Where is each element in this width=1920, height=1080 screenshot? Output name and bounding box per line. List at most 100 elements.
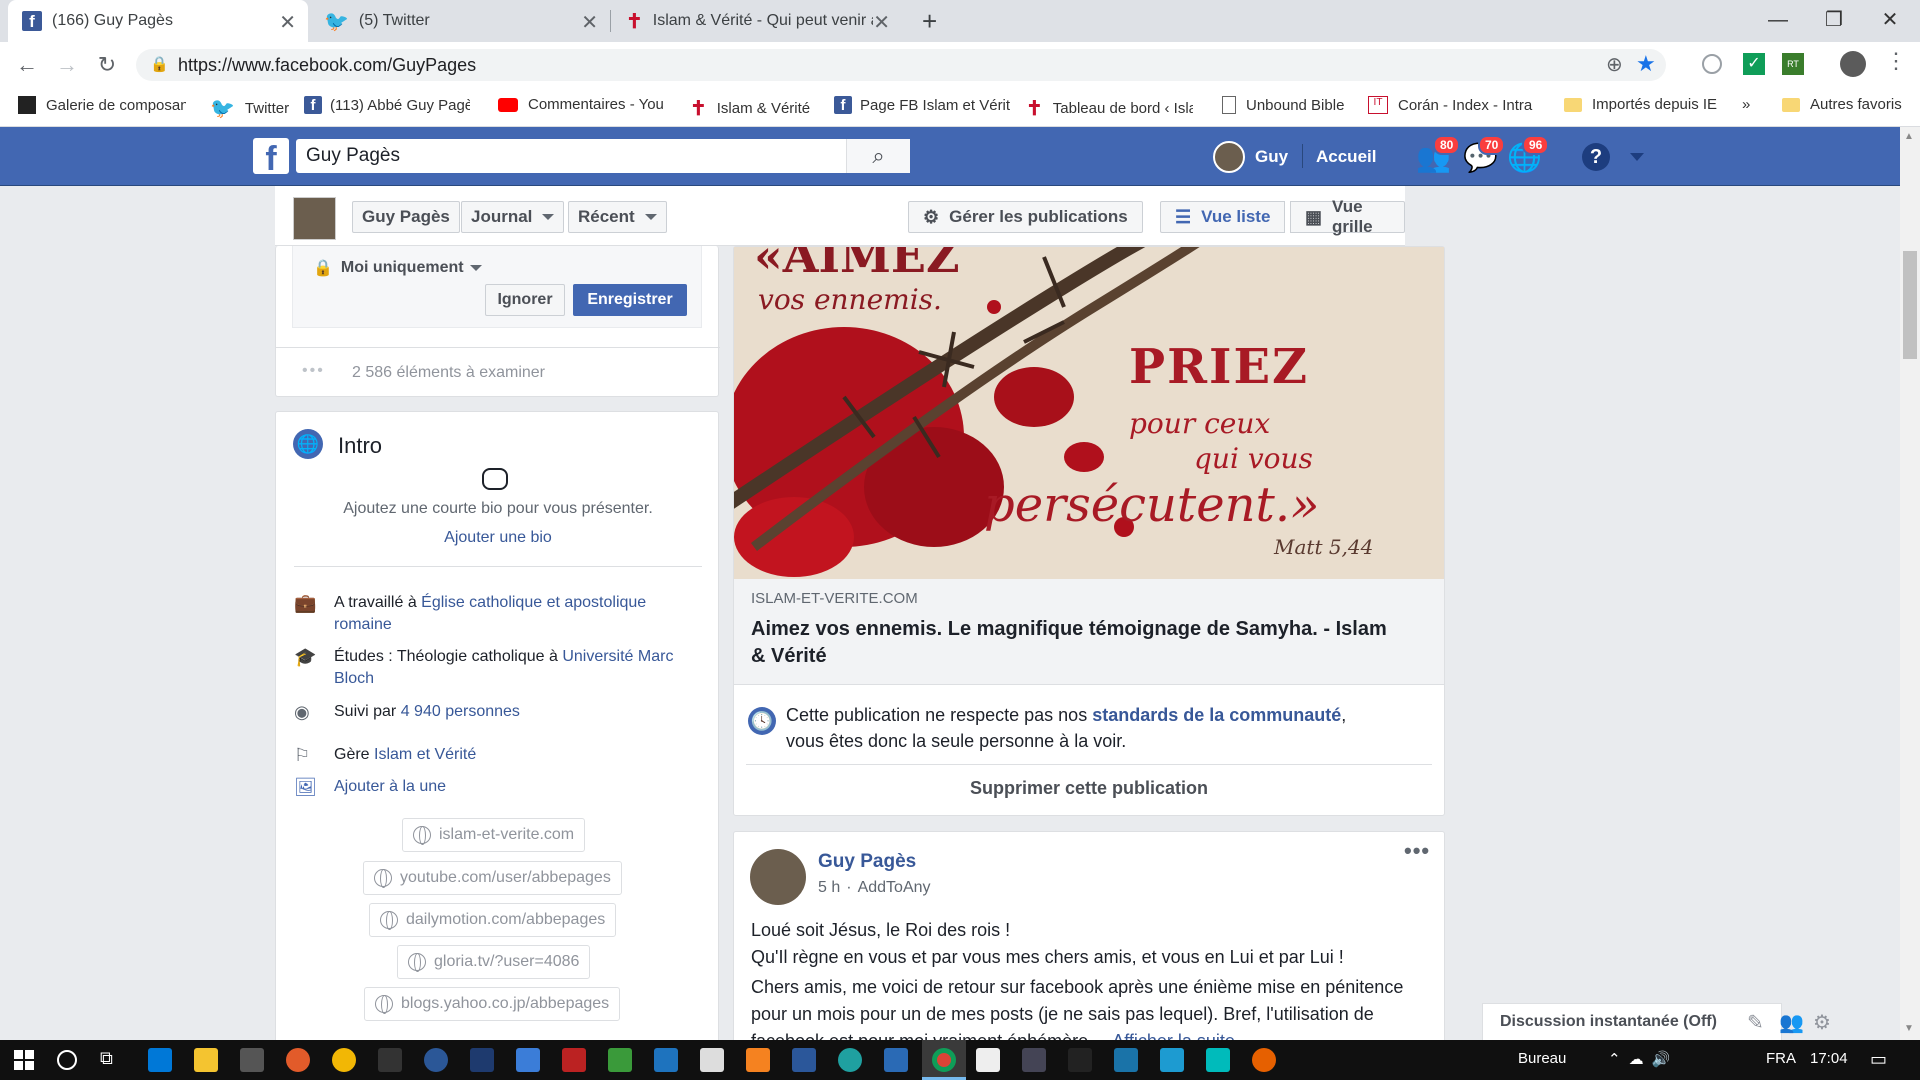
close-icon[interactable]: ✕ bbox=[581, 10, 598, 35]
author-avatar[interactable] bbox=[750, 849, 806, 905]
bookmark-item[interactable]: IT Corán - Index - Intra bbox=[1368, 96, 1548, 114]
task-view-icon[interactable]: ⧉ bbox=[100, 1048, 113, 1069]
review-count[interactable]: 2 586 éléments à examiner bbox=[352, 364, 545, 382]
star-icon[interactable]: ★ bbox=[1636, 51, 1656, 77]
mail-icon[interactable] bbox=[700, 1048, 724, 1072]
word-icon[interactable] bbox=[792, 1048, 816, 1072]
restore-icon[interactable]: ❐ bbox=[1806, 0, 1862, 42]
app-icon[interactable] bbox=[1068, 1048, 1092, 1072]
scroll-down-icon[interactable]: ▼ bbox=[1904, 1023, 1914, 1034]
system-tray-icons[interactable]: ⌃☁🔊 bbox=[1608, 1050, 1678, 1068]
chrome-active-slot[interactable] bbox=[922, 1040, 966, 1080]
page-link[interactable]: Islam et Vérité bbox=[374, 746, 476, 763]
extension-icon[interactable] bbox=[1702, 54, 1722, 74]
tab-facebook[interactable]: f (166) Guy Pagès ✕ bbox=[8, 0, 308, 42]
desktop-toolbar-label[interactable]: Bureau bbox=[1518, 1050, 1566, 1067]
website-link[interactable]: dailymotion.com/abbepages bbox=[369, 903, 617, 937]
ignore-button[interactable]: Ignorer bbox=[485, 284, 565, 316]
search-box[interactable]: ⌕ bbox=[296, 139, 910, 173]
save-button[interactable]: Enregistrer bbox=[573, 284, 687, 316]
scroll-thumb[interactable] bbox=[1903, 251, 1917, 359]
url-text[interactable]: https://www.facebook.com/GuyPages bbox=[178, 55, 476, 76]
search-icon[interactable]: ⌕ bbox=[846, 139, 910, 173]
close-icon[interactable]: ✕ bbox=[873, 10, 890, 35]
app-icon[interactable] bbox=[976, 1048, 1000, 1072]
bookmark-folder[interactable]: Autres favoris bbox=[1782, 96, 1902, 113]
app-icon[interactable] bbox=[884, 1048, 908, 1072]
vlc-icon[interactable] bbox=[746, 1048, 770, 1072]
firefox-icon[interactable] bbox=[1252, 1048, 1276, 1072]
app-icon[interactable] bbox=[838, 1048, 862, 1072]
audience-selector[interactable]: 🔒 Moi uniquement bbox=[313, 258, 482, 278]
recent-dropdown[interactable]: Récent bbox=[568, 201, 667, 233]
help-icon[interactable] bbox=[424, 1048, 448, 1072]
edge-icon[interactable] bbox=[148, 1048, 172, 1072]
bookmark-item[interactable]: 🐦 Twitter bbox=[210, 96, 289, 121]
gear-icon[interactable]: ⚙ bbox=[1813, 1010, 1831, 1035]
help-icon[interactable]: ? bbox=[1582, 143, 1610, 171]
bookmarks-overflow[interactable]: » bbox=[1742, 96, 1750, 113]
app-icon[interactable] bbox=[470, 1048, 494, 1072]
tab-twitter[interactable]: 🐦 (5) Twitter ✕ bbox=[310, 0, 610, 42]
check-extension-icon[interactable]: ✓ bbox=[1743, 53, 1765, 75]
facebook-logo-icon[interactable]: f bbox=[253, 138, 289, 178]
clock[interactable]: 17:04 bbox=[1810, 1050, 1848, 1067]
app-icon[interactable] bbox=[1160, 1048, 1184, 1072]
app-icon[interactable] bbox=[1206, 1048, 1230, 1072]
language-indicator[interactable]: FRA bbox=[1766, 1050, 1796, 1067]
rt-extension-icon[interactable]: RT bbox=[1782, 53, 1804, 75]
journal-dropdown[interactable]: Journal bbox=[461, 201, 565, 233]
bookmark-item[interactable]: ✝ Tableau de bord ‹ Isla bbox=[1026, 96, 1193, 121]
home-link[interactable]: Accueil bbox=[1316, 147, 1376, 167]
more-options-icon[interactable]: ••• bbox=[1404, 838, 1430, 864]
app-icon[interactable] bbox=[286, 1048, 310, 1072]
website-link[interactable]: islam-et-verite.com bbox=[402, 818, 586, 852]
file-explorer-icon[interactable] bbox=[194, 1048, 218, 1072]
zoom-icon[interactable]: ⊕ bbox=[1606, 52, 1623, 77]
profile-thumbnail[interactable] bbox=[293, 197, 336, 240]
user-avatar[interactable] bbox=[1213, 141, 1245, 173]
website-link[interactable]: youtube.com/user/abbepages bbox=[363, 861, 622, 895]
menu-icon[interactable]: ⋮ bbox=[1885, 48, 1907, 74]
link-preview-caption[interactable]: ISLAM-ET-VERITE.COM Aimez vos ennemis. L… bbox=[734, 579, 1444, 685]
grid-view-button[interactable]: ▦ Vue grille bbox=[1290, 197, 1405, 236]
back-icon[interactable]: ← bbox=[12, 50, 42, 80]
app-icon[interactable] bbox=[1022, 1048, 1046, 1072]
app-icon[interactable] bbox=[332, 1048, 356, 1072]
website-link[interactable]: blogs.yahoo.co.jp/abbepages bbox=[364, 987, 621, 1021]
minimize-icon[interactable]: — bbox=[1750, 0, 1806, 42]
page-scrollbar[interactable]: ▲ ▼ bbox=[1900, 127, 1920, 1040]
bookmark-item[interactable]: Unbound Bible bbox=[1222, 96, 1344, 114]
app-icon[interactable] bbox=[516, 1048, 540, 1072]
bookmark-item[interactable]: f (113) Abbé Guy Pagè bbox=[304, 96, 470, 114]
add-bio-link[interactable]: Ajouter une bio bbox=[276, 529, 720, 547]
standards-link[interactable]: standards de la communauté bbox=[1092, 705, 1341, 725]
new-tab-icon[interactable]: + bbox=[922, 6, 937, 37]
compose-icon[interactable]: ✎ bbox=[1747, 1010, 1764, 1035]
bookmark-item[interactable]: Galerie de composan bbox=[18, 96, 186, 114]
author-name[interactable]: Guy Pagès bbox=[818, 851, 916, 873]
forward-icon[interactable]: → bbox=[52, 50, 82, 80]
bookmark-folder[interactable]: Importés depuis IE bbox=[1564, 96, 1717, 113]
followers-link[interactable]: 4 940 personnes bbox=[401, 703, 520, 720]
tab-islam-verite[interactable]: ✝ Islam & Vérité - Qui peut venir ap ✕ bbox=[612, 0, 902, 42]
scroll-up-icon[interactable]: ▲ bbox=[1904, 131, 1914, 142]
manage-posts-button[interactable]: ⚙ Gérer les publications bbox=[908, 201, 1143, 233]
address-bar[interactable]: 🔒 https://www.facebook.com/GuyPages ⊕ ★ bbox=[136, 49, 1666, 81]
search-input[interactable] bbox=[296, 139, 836, 173]
website-link[interactable]: gloria.tv/?user=4086 bbox=[397, 945, 591, 979]
windows-start-icon[interactable] bbox=[14, 1050, 34, 1070]
see-more-link[interactable]: Afficher la suite bbox=[1112, 1031, 1235, 1040]
profile-link[interactable]: Guy bbox=[1255, 147, 1288, 167]
profile-avatar[interactable] bbox=[1840, 51, 1866, 77]
app-icon[interactable] bbox=[562, 1048, 586, 1072]
bookmark-item[interactable]: f Page FB Islam et Vérit bbox=[834, 96, 1010, 114]
window-close-icon[interactable]: ✕ bbox=[1862, 0, 1918, 42]
delete-post-button[interactable]: Supprimer cette publication bbox=[734, 778, 1444, 799]
account-menu-icon[interactable] bbox=[1630, 153, 1644, 161]
app-icon[interactable] bbox=[654, 1048, 678, 1072]
close-icon[interactable]: ✕ bbox=[279, 10, 296, 35]
featured-row[interactable]: 🖼 Ajouter à la une bbox=[294, 776, 694, 798]
post-time[interactable]: 5 h bbox=[818, 879, 840, 896]
app-icon[interactable] bbox=[1114, 1048, 1138, 1072]
